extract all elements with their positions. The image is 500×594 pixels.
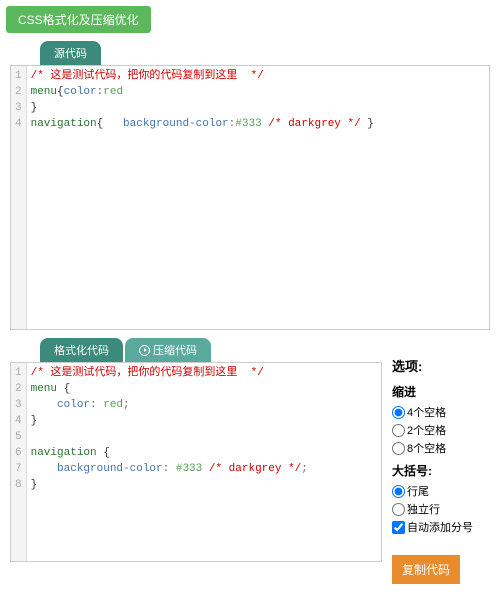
brace-label: 大括号: [392,462,490,479]
brace-radio-1[interactable] [392,503,405,516]
indent-label-2: 8个空格 [407,440,446,456]
options-title: 选项: [392,356,490,375]
play-icon [139,345,150,356]
page-title: CSS格式化及压缩优化 [6,6,151,33]
indent-radio-0[interactable] [392,406,405,419]
indent-option-1[interactable]: 2个空格 [392,422,490,438]
result-code: /* 这是测试代码，把你的代码复制到这里 */menu { color: red… [27,363,381,561]
indent-radio-2[interactable] [392,442,405,455]
source-gutter: 1234 [11,66,27,329]
tab-compress[interactable]: 压缩代码 [125,338,211,362]
result-editor[interactable]: 12345678 /* 这是测试代码，把你的代码复制到这里 */menu { c… [10,362,382,562]
semicolon-label: 自动添加分号 [407,519,473,535]
copy-button[interactable]: 复制代码 [392,555,460,584]
result-section: 格式化代码 压缩代码 12345678 /* 这是测试代码，把你的代码复制到这里… [10,338,382,584]
source-section: 源代码 1234 /* 这是测试代码，把你的代码复制到这里 */menu{col… [10,41,490,330]
options-panel: 选项: 缩进 4个空格 2个空格 8个空格 大括号: 行尾独立行 自动添加分号 复制… [392,338,490,584]
source-editor[interactable]: 1234 /* 这是测试代码，把你的代码复制到这里 */menu{color:r… [10,65,490,330]
brace-label-1: 独立行 [407,501,440,517]
brace-option-0[interactable]: 行尾 [392,483,490,499]
result-gutter: 12345678 [11,363,27,561]
indent-option-2[interactable]: 8个空格 [392,440,490,456]
indent-label-1: 2个空格 [407,422,446,438]
indent-radio-1[interactable] [392,424,405,437]
tab-source[interactable]: 源代码 [40,41,101,65]
tab-format[interactable]: 格式化代码 [40,338,123,362]
source-code[interactable]: /* 这是测试代码，把你的代码复制到这里 */menu{color:red}na… [27,66,489,329]
indent-option-0[interactable]: 4个空格 [392,404,490,420]
tab-compress-label: 压缩代码 [153,342,197,358]
semicolon-checkbox[interactable] [392,521,405,534]
semicolon-option[interactable]: 自动添加分号 [392,519,490,535]
brace-label-0: 行尾 [407,483,429,499]
indent-label: 缩进 [392,383,490,400]
brace-option-1[interactable]: 独立行 [392,501,490,517]
brace-radio-0[interactable] [392,485,405,498]
indent-label-0: 4个空格 [407,404,446,420]
